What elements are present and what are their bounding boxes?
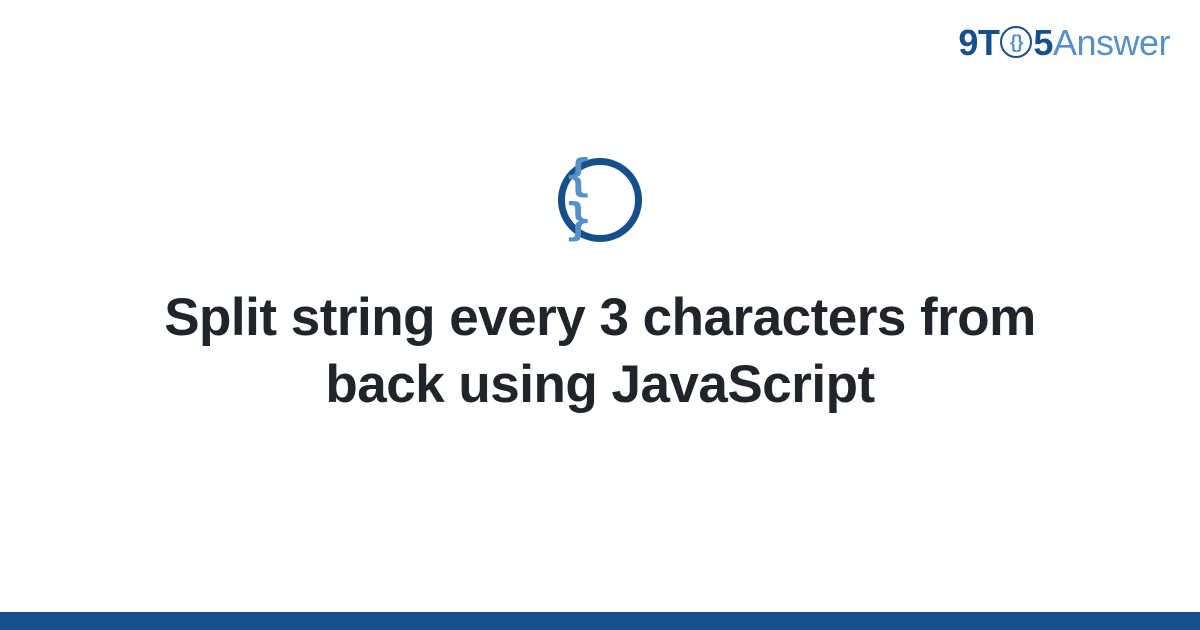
braces-glyph: { } (565, 154, 635, 242)
logo-text-answer: Answer (1053, 22, 1170, 64)
logo-circle-icon: {} (1000, 26, 1032, 58)
site-logo: 9T {} 5 Answer (958, 22, 1170, 64)
footer-accent-bar (0, 612, 1200, 630)
logo-text-5: 5 (1033, 22, 1053, 64)
page-title: Split string every 3 characters from bac… (100, 285, 1100, 419)
logo-braces-glyph: {} (1010, 32, 1023, 53)
logo-text-9t: 9T (958, 22, 999, 64)
code-braces-icon: { } (558, 158, 642, 242)
